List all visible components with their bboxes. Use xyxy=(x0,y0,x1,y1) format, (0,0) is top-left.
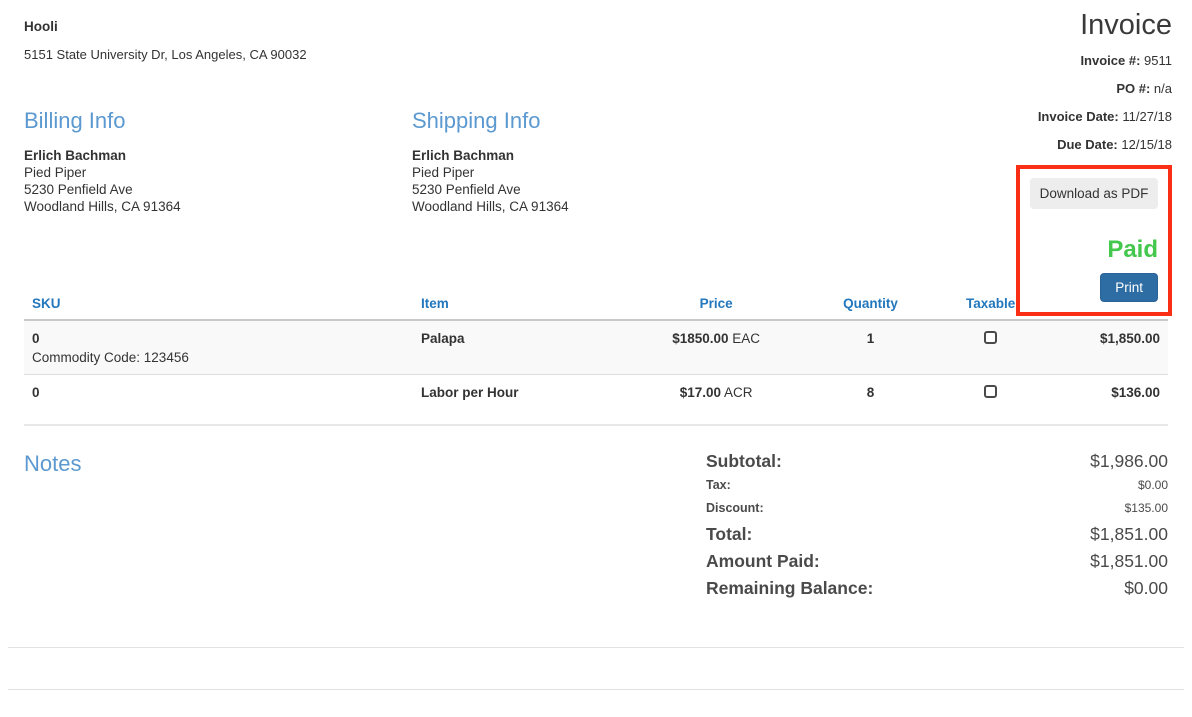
column-header-sku: SKU xyxy=(24,288,413,320)
invoice-number-line: Invoice #: 9511 xyxy=(892,53,1172,68)
column-header-item: Item xyxy=(413,288,630,320)
total-label: Total: xyxy=(706,524,752,545)
amount-paid-label: Amount Paid: xyxy=(706,551,820,572)
billing-info-block: Billing Info Erlich Bachman Pied Piper 5… xyxy=(24,108,412,215)
cell-quantity: 8 xyxy=(802,375,939,411)
shipping-info-heading: Shipping Info xyxy=(412,108,800,134)
discount-label: Discount: xyxy=(706,501,764,515)
invoice-number-value: 9511 xyxy=(1144,53,1172,68)
billing-company: Pied Piper xyxy=(24,164,412,181)
shipping-city: Woodland Hills, CA 91364 xyxy=(412,198,800,215)
footer-divider-bottom xyxy=(8,689,1184,690)
invoice-page: Hooli 5151 State University Dr, Los Ange… xyxy=(0,0,1192,690)
column-header-price: Price xyxy=(630,288,802,320)
amount-paid-value: $1,851.00 xyxy=(1090,551,1168,572)
notes-block: Notes xyxy=(24,451,81,605)
tax-row: Tax: $0.00 xyxy=(706,478,1168,492)
cell-taxable xyxy=(939,320,1042,375)
billing-info-heading: Billing Info xyxy=(24,108,412,134)
annotation-highlight-box: Download as PDF Paid Print xyxy=(1016,165,1172,316)
subtotal-row: Subtotal: $1,986.00 xyxy=(706,451,1168,472)
po-number-line: PO #: n/a xyxy=(892,81,1172,96)
remaining-balance-label: Remaining Balance: xyxy=(706,578,873,599)
billing-name: Erlich Bachman xyxy=(24,147,412,164)
cell-subtotal: $136.00 xyxy=(1042,375,1168,411)
cell-taxable xyxy=(939,375,1042,411)
billing-street: 5230 Penfield Ave xyxy=(24,181,412,198)
paid-status-badge: Paid xyxy=(1030,236,1158,264)
discount-row: Discount: $135.00 xyxy=(706,501,1168,515)
top-section: Hooli 5151 State University Dr, Los Ange… xyxy=(24,0,1168,288)
total-value: $1,851.00 xyxy=(1090,524,1168,545)
due-date-label: Due Date: xyxy=(1057,137,1118,152)
po-number-label: PO #: xyxy=(1116,81,1150,96)
notes-and-totals-section: Notes Subtotal: $1,986.00 Tax: $0.00 Dis… xyxy=(24,451,1168,605)
table-bottom-divider xyxy=(24,424,1168,426)
footer-dividers xyxy=(24,647,1168,690)
cell-sku: 0 Commodity Code: 123456 xyxy=(24,320,413,375)
tax-label: Tax: xyxy=(706,478,731,492)
discount-value: $135.00 xyxy=(1125,501,1168,515)
amount-paid-row: Amount Paid: $1,851.00 xyxy=(706,551,1168,572)
invoice-date-line: Invoice Date: 11/27/18 xyxy=(892,109,1172,124)
table-row: 0 Labor per Hour $17.00 ACR 8 $136.00 xyxy=(24,375,1168,411)
total-row: Total: $1,851.00 xyxy=(706,524,1168,545)
price-unit: ACR xyxy=(724,385,753,400)
invoice-date-value: 11/27/18 xyxy=(1122,109,1172,124)
remaining-balance-row: Remaining Balance: $0.00 xyxy=(706,578,1168,599)
print-button[interactable]: Print xyxy=(1100,273,1158,302)
taxable-checkbox[interactable] xyxy=(984,385,997,398)
invoice-header-block: Invoice Invoice #: 9511 PO #: n/a Invoic… xyxy=(892,10,1172,316)
cell-price: $1850.00 EAC xyxy=(630,320,802,375)
due-date-value: 12/15/18 xyxy=(1121,137,1172,152)
price-value: $17.00 xyxy=(680,385,721,400)
cell-sku: 0 xyxy=(24,375,413,411)
table-row: 0 Commodity Code: 123456 Palapa $1850.00… xyxy=(24,320,1168,375)
price-value: $1850.00 xyxy=(672,331,728,346)
shipping-info-block: Shipping Info Erlich Bachman Pied Piper … xyxy=(412,108,800,215)
shipping-name: Erlich Bachman xyxy=(412,147,800,164)
subtotal-value: $1,986.00 xyxy=(1090,451,1168,472)
page-title: Invoice xyxy=(892,10,1172,42)
download-pdf-button[interactable]: Download as PDF xyxy=(1030,178,1158,209)
tax-value: $0.00 xyxy=(1138,478,1168,492)
footer-divider-top xyxy=(8,647,1184,648)
sku-commodity-code: Commodity Code: 123456 xyxy=(32,350,405,365)
cell-price: $17.00 ACR xyxy=(630,375,802,411)
cell-subtotal: $1,850.00 xyxy=(1042,320,1168,375)
taxable-checkbox[interactable] xyxy=(984,331,997,344)
subtotal-label: Subtotal: xyxy=(706,451,782,472)
notes-heading: Notes xyxy=(24,451,81,477)
remaining-balance-value: $0.00 xyxy=(1124,578,1168,599)
billing-city: Woodland Hills, CA 91364 xyxy=(24,198,412,215)
cell-item: Palapa xyxy=(413,320,630,375)
totals-block: Subtotal: $1,986.00 Tax: $0.00 Discount:… xyxy=(706,451,1168,605)
invoice-date-label: Invoice Date: xyxy=(1038,109,1119,124)
sku-value: 0 xyxy=(32,331,40,346)
shipping-street: 5230 Penfield Ave xyxy=(412,181,800,198)
shipping-company: Pied Piper xyxy=(412,164,800,181)
cell-quantity: 1 xyxy=(802,320,939,375)
price-unit: EAC xyxy=(732,331,760,346)
due-date-line: Due Date: 12/15/18 xyxy=(892,137,1172,152)
cell-item: Labor per Hour xyxy=(413,375,630,411)
sku-value: 0 xyxy=(32,385,40,400)
invoice-number-label: Invoice #: xyxy=(1080,53,1140,68)
po-number-value: n/a xyxy=(1154,81,1172,96)
